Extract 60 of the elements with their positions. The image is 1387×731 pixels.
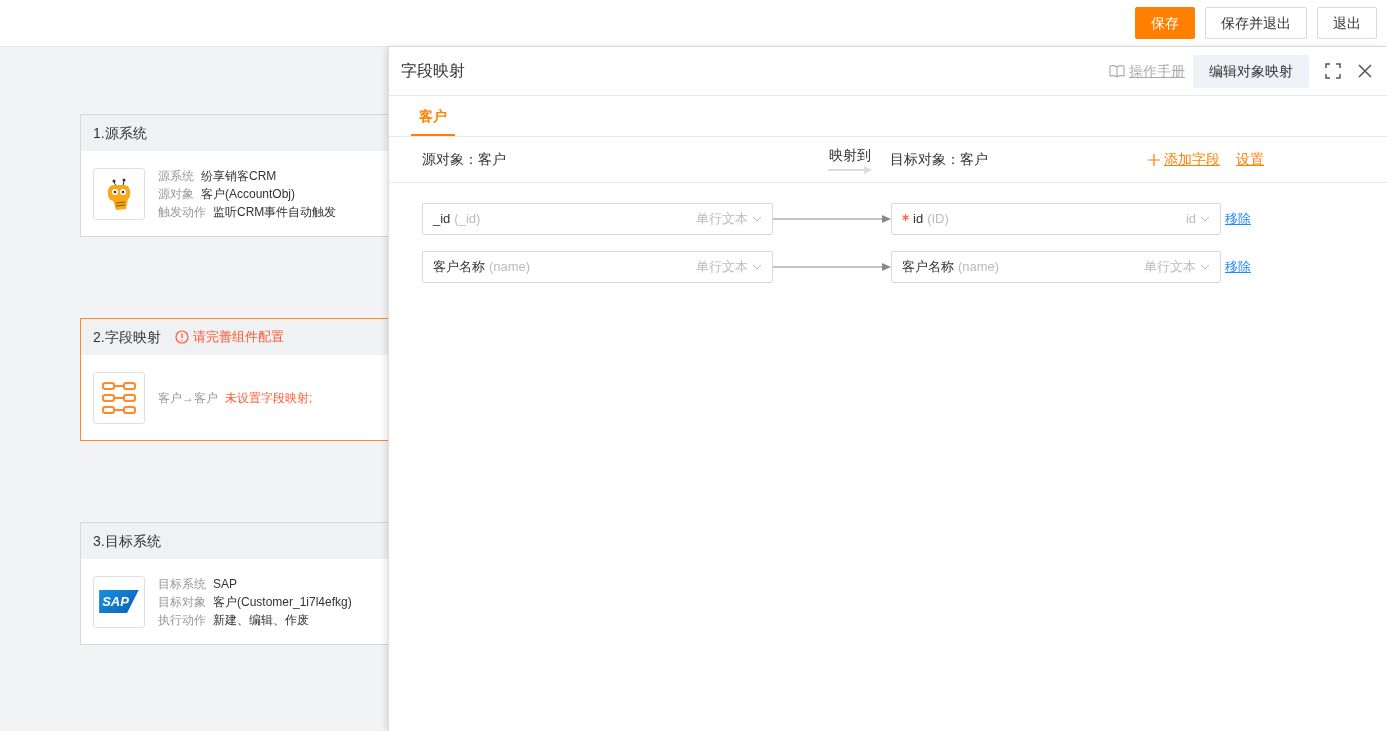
maps-to-label: 映射到 bbox=[829, 146, 871, 165]
node-title: 3.目标系统 bbox=[93, 531, 161, 551]
edit-mapping-button[interactable]: 编辑对象映射 bbox=[1193, 54, 1309, 88]
book-icon bbox=[1109, 64, 1125, 78]
warning-icon bbox=[174, 330, 189, 344]
panel-title: 字段映射 bbox=[401, 61, 465, 81]
fullscreen-button[interactable] bbox=[1325, 63, 1341, 79]
flow-node-card[interactable]: 1.源系统 源系统 纷享销客CRM 源对象 客户(AccountObj) 触发动作 监听CRM事件自动触发 bbox=[80, 114, 388, 237]
plus-icon bbox=[1148, 153, 1160, 166]
toolbar-button[interactable]: 退出 bbox=[1317, 7, 1377, 39]
arrow-icon bbox=[828, 166, 872, 174]
field-select[interactable]: 客户名称 (name) 单行文本 bbox=[891, 251, 1221, 283]
chevron-down-icon bbox=[752, 264, 762, 270]
field-name: 客户名称 bbox=[433, 258, 485, 277]
field-type: id bbox=[1185, 210, 1196, 229]
field-select[interactable]: 客户名称 (name) 单行文本 bbox=[422, 251, 773, 283]
toolbar-button[interactable]: 保存并退出 bbox=[1205, 7, 1307, 39]
node-title: 1.源系统 bbox=[93, 123, 147, 143]
field-type: 单行文本 bbox=[696, 210, 748, 229]
field-name: _id bbox=[433, 210, 451, 229]
field-name: id bbox=[913, 210, 924, 229]
field-select[interactable]: _id (_id) 单行文本 bbox=[422, 203, 773, 235]
chevron-down-icon bbox=[752, 216, 762, 222]
node-title: 2.字段映射 bbox=[93, 327, 161, 347]
detail-label: 触发动作 bbox=[158, 203, 206, 221]
field-api-name: (_id) bbox=[454, 210, 481, 229]
mapping-summary: 客户→客户 bbox=[158, 389, 218, 407]
chevron-down-icon bbox=[1200, 216, 1210, 222]
detail-value: SAP bbox=[213, 575, 237, 593]
flow-node-card[interactable]: 2.字段映射 请完善组件配置 客户→客户 未设置字段映射; bbox=[80, 318, 388, 441]
remove-link[interactable]: 移除 bbox=[1225, 257, 1251, 277]
detail-value: 客户(Customer_1i7l4efkg) bbox=[213, 593, 352, 611]
detail-value: 纷享销客CRM bbox=[201, 167, 277, 185]
field-type: 单行文本 bbox=[1144, 258, 1196, 277]
remove-link[interactable]: 移除 bbox=[1225, 209, 1251, 229]
field-select[interactable]: id (ID) id bbox=[891, 203, 1221, 235]
field-mapping-icon bbox=[101, 379, 137, 416]
detail-label: 源对象 bbox=[158, 185, 194, 203]
detail-value: 新建、编辑、作废 bbox=[213, 611, 309, 629]
field-api-name: (name) bbox=[489, 258, 531, 277]
field-name: 客户名称 bbox=[902, 258, 954, 277]
target-object-label: 目标对象：客户 bbox=[890, 150, 989, 169]
field-api-name: (name) bbox=[958, 258, 1000, 277]
flow-node-card[interactable]: 3.目标系统 SAP 目标系统 SAP 目标对象 客户(Customer_1i7l4efkg) 执行动作 新建、编辑、作废 bbox=[80, 522, 388, 645]
chevron-down-icon bbox=[1200, 264, 1210, 270]
close-button[interactable] bbox=[1357, 63, 1373, 79]
detail-value: 监听CRM事件自动触发 bbox=[213, 203, 337, 221]
fullscreen-icon bbox=[1325, 63, 1341, 79]
close-icon bbox=[1357, 63, 1373, 79]
detail-label: 目标系统 bbox=[158, 575, 206, 593]
source-object-label: 源对象：客户 bbox=[422, 150, 507, 169]
field-type: 单行文本 bbox=[696, 258, 748, 277]
detail-label: 执行动作 bbox=[158, 611, 206, 629]
sap-logo: SAP bbox=[99, 589, 139, 614]
warning-text: 请完善组件配置 bbox=[192, 328, 284, 347]
mapping-warning: 未设置字段映射; bbox=[225, 389, 313, 407]
detail-label: 目标对象 bbox=[158, 593, 206, 611]
detail-label: 源系统 bbox=[158, 167, 194, 185]
detail-value: 客户(AccountObj) bbox=[201, 185, 296, 203]
field-api-name: (ID) bbox=[927, 210, 949, 229]
